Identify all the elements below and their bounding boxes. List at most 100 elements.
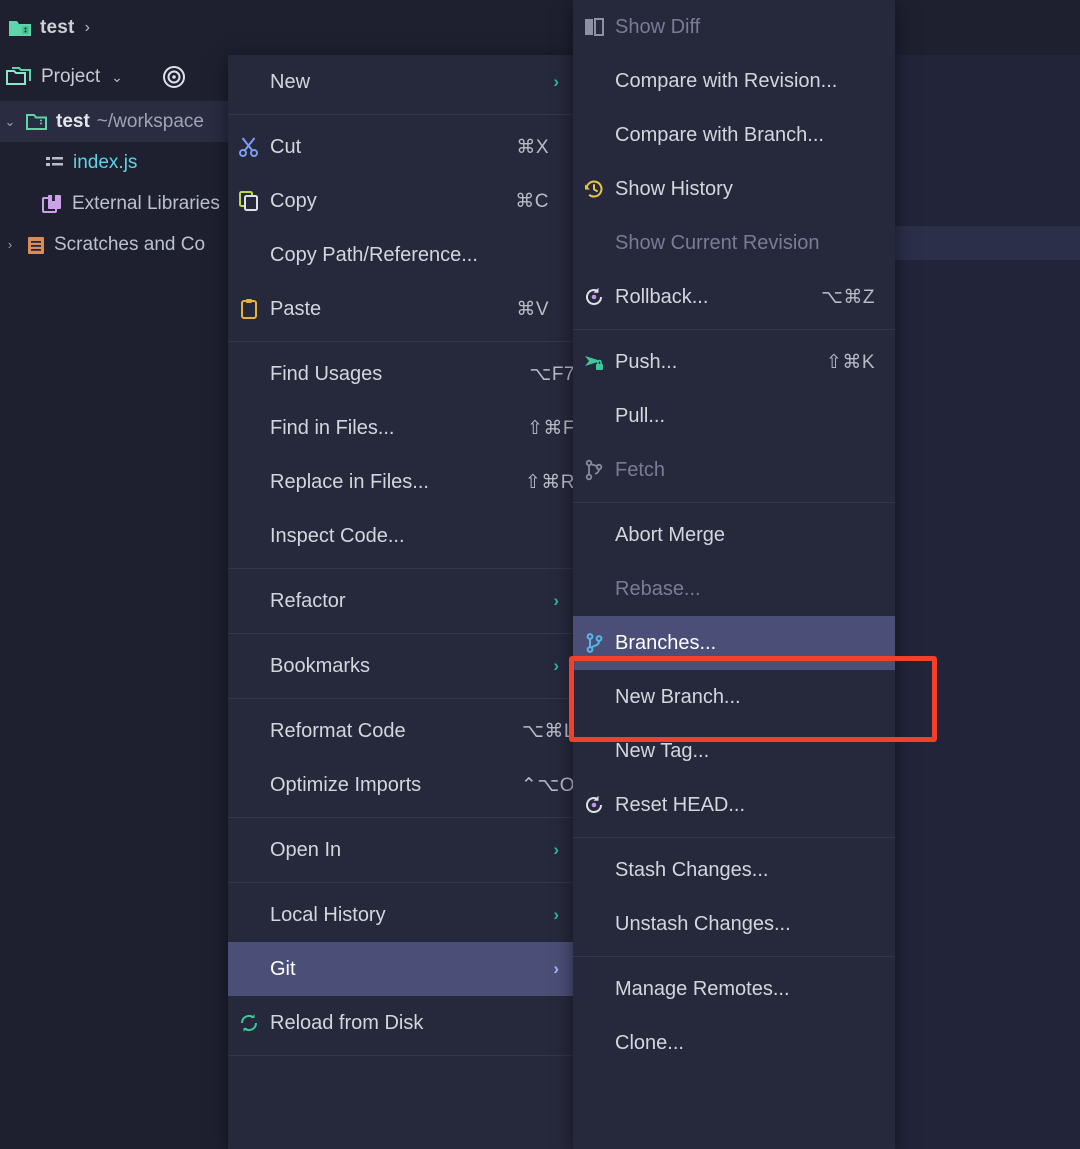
tree-item-external-libraries[interactable]: External Libraries (0, 183, 228, 224)
menu-item-pull[interactable]: Pull... (573, 389, 895, 443)
menu-item-label: Compare with Revision... (615, 70, 895, 93)
menu-item-reload-from-disk[interactable]: Reload from Disk (228, 996, 573, 1050)
module-folder-icon (8, 17, 32, 39)
module-folder-icon (25, 111, 49, 132)
menu-item-git[interactable]: Git › (228, 942, 573, 996)
menu-separator (228, 817, 573, 818)
menu-item-shortcut: ⌘X (516, 136, 559, 159)
menu-item-label: Show Current Revision (615, 232, 895, 255)
git-submenu[interactable]: Show Diff Compare with Revision... Compa… (573, 0, 895, 1149)
menu-item-label: Reload from Disk (270, 1012, 573, 1035)
scissors-icon (228, 135, 270, 159)
menu-item-new-branch[interactable]: New Branch... (573, 670, 895, 724)
menu-item-replace-in-files[interactable]: Replace in Files... ⇧⌘R (228, 455, 573, 509)
menu-item-shortcut: ⌘V (516, 298, 559, 321)
menu-separator (228, 882, 573, 883)
menu-item-local-history[interactable]: Local History › (228, 888, 573, 942)
menu-item-copy-path-reference[interactable]: Copy Path/Reference... (228, 228, 573, 282)
menu-item-label: Pull... (615, 405, 895, 428)
history-icon (573, 177, 615, 201)
select-opened-file-icon[interactable] (162, 65, 186, 89)
file-context-menu[interactable]: New › Cut ⌘X Copy (228, 55, 573, 1149)
menu-item-label: Compare with Branch... (615, 124, 895, 147)
menu-item-label: Show History (615, 178, 895, 201)
menu-item-cut[interactable]: Cut ⌘X (228, 120, 573, 174)
menu-item-shortcut: ⇧⌘K (826, 351, 885, 374)
project-tool-window: Project ⌄ ⌄ (0, 55, 228, 1149)
menu-item-label: Local History (270, 904, 553, 927)
menu-item-optimize-imports[interactable]: Optimize Imports ⌃⌥O (228, 758, 573, 812)
submenu-arrow-icon: › (553, 591, 573, 611)
menu-item-find-in-files[interactable]: Find in Files... ⇧⌘F (228, 401, 573, 455)
menu-item-stash-changes[interactable]: Stash Changes... (573, 843, 895, 897)
menu-item-label: Abort Merge (615, 524, 895, 547)
menu-item-rollback[interactable]: Rollback... ⌥⌘Z (573, 270, 895, 324)
menu-item-compare-with-branch[interactable]: Compare with Branch... (573, 108, 895, 162)
menu-separator (573, 329, 895, 330)
menu-item-compare-with-revision[interactable]: Compare with Revision... (573, 54, 895, 108)
menu-item-show-diff[interactable]: Show Diff (573, 0, 895, 54)
submenu-arrow-icon: › (553, 959, 573, 979)
menu-item-paste[interactable]: Paste ⌘V (228, 282, 573, 336)
branch-icon (573, 631, 615, 655)
submenu-arrow-icon: › (553, 72, 573, 92)
submenu-arrow-icon: › (553, 656, 573, 676)
breadcrumb-project-name[interactable]: test (40, 17, 75, 39)
menu-item-abort-merge[interactable]: Abort Merge (573, 508, 895, 562)
tree-item-test[interactable]: ⌄ test ~/workspace (0, 101, 228, 142)
rollback-icon (573, 285, 615, 309)
project-tool-window-title: Project (41, 66, 100, 88)
menu-item-label: Inspect Code... (270, 525, 573, 548)
tree-item-label: External Libraries (72, 193, 220, 215)
menu-item-unstash-changes[interactable]: Unstash Changes... (573, 897, 895, 951)
library-icon (41, 193, 65, 215)
clipboard-icon (228, 297, 270, 321)
menu-item-label: Branches... (615, 632, 895, 655)
menu-item-new[interactable]: New › (228, 55, 573, 109)
menu-separator (573, 956, 895, 957)
menu-item-inspect-code[interactable]: Inspect Code... (228, 509, 573, 563)
reset-icon (573, 793, 615, 817)
tree-item-index-js[interactable]: index.js (0, 142, 228, 183)
menu-separator (228, 1055, 573, 1056)
tree-item-label: test (56, 111, 90, 133)
copy-icon (228, 189, 270, 213)
breadcrumb-bar: test › (0, 0, 1080, 55)
menu-item-manage-remotes[interactable]: Manage Remotes... (573, 962, 895, 1016)
menu-item-refactor[interactable]: Refactor › (228, 574, 573, 628)
menu-item-label: Open In (270, 839, 553, 862)
menu-item-rebase[interactable]: Rebase... (573, 562, 895, 616)
fetch-icon (573, 458, 615, 482)
tree-item-scratches[interactable]: › Scratches and Co (0, 224, 228, 265)
menu-item-label: Stash Changes... (615, 859, 895, 882)
menu-item-find-usages[interactable]: Find Usages ⌥F7 (228, 347, 573, 401)
menu-item-push[interactable]: Push... ⇧⌘K (573, 335, 895, 389)
menu-item-reformat-code[interactable]: Reformat Code ⌥⌘L (228, 704, 573, 758)
menu-item-shortcut: ⌥⌘Z (821, 286, 885, 309)
tree-expand-arrow[interactable]: › (2, 237, 18, 252)
menu-item-reset-head[interactable]: Reset HEAD... (573, 778, 895, 832)
menu-item-open-in[interactable]: Open In › (228, 823, 573, 877)
menu-item-branches[interactable]: Branches... (573, 616, 895, 670)
js-file-icon (44, 154, 66, 172)
tree-expand-arrow[interactable]: ⌄ (2, 114, 18, 130)
menu-item-copy[interactable]: Copy ⌘C (228, 174, 573, 228)
menu-item-show-current-revision[interactable]: Show Current Revision (573, 216, 895, 270)
menu-item-bookmarks[interactable]: Bookmarks › (228, 639, 573, 693)
menu-item-show-history[interactable]: Show History (573, 162, 895, 216)
menu-item-label: New Branch... (615, 686, 895, 709)
menu-item-fetch[interactable]: Fetch (573, 443, 895, 497)
menu-separator (228, 698, 573, 699)
menu-item-label: Clone... (615, 1032, 895, 1055)
menu-separator (573, 837, 895, 838)
menu-item-label: Fetch (615, 459, 895, 482)
chevron-down-icon[interactable]: ⌄ (111, 69, 123, 86)
menu-separator (228, 568, 573, 569)
menu-item-label: Unstash Changes... (615, 913, 895, 936)
menu-item-clone[interactable]: Clone... (573, 1016, 895, 1070)
push-icon (573, 350, 615, 374)
project-tree: ⌄ test ~/workspace (0, 99, 228, 265)
menu-item-new-tag[interactable]: New Tag... (573, 724, 895, 778)
menu-item-label: Bookmarks (270, 655, 553, 678)
submenu-arrow-icon: › (553, 840, 573, 860)
